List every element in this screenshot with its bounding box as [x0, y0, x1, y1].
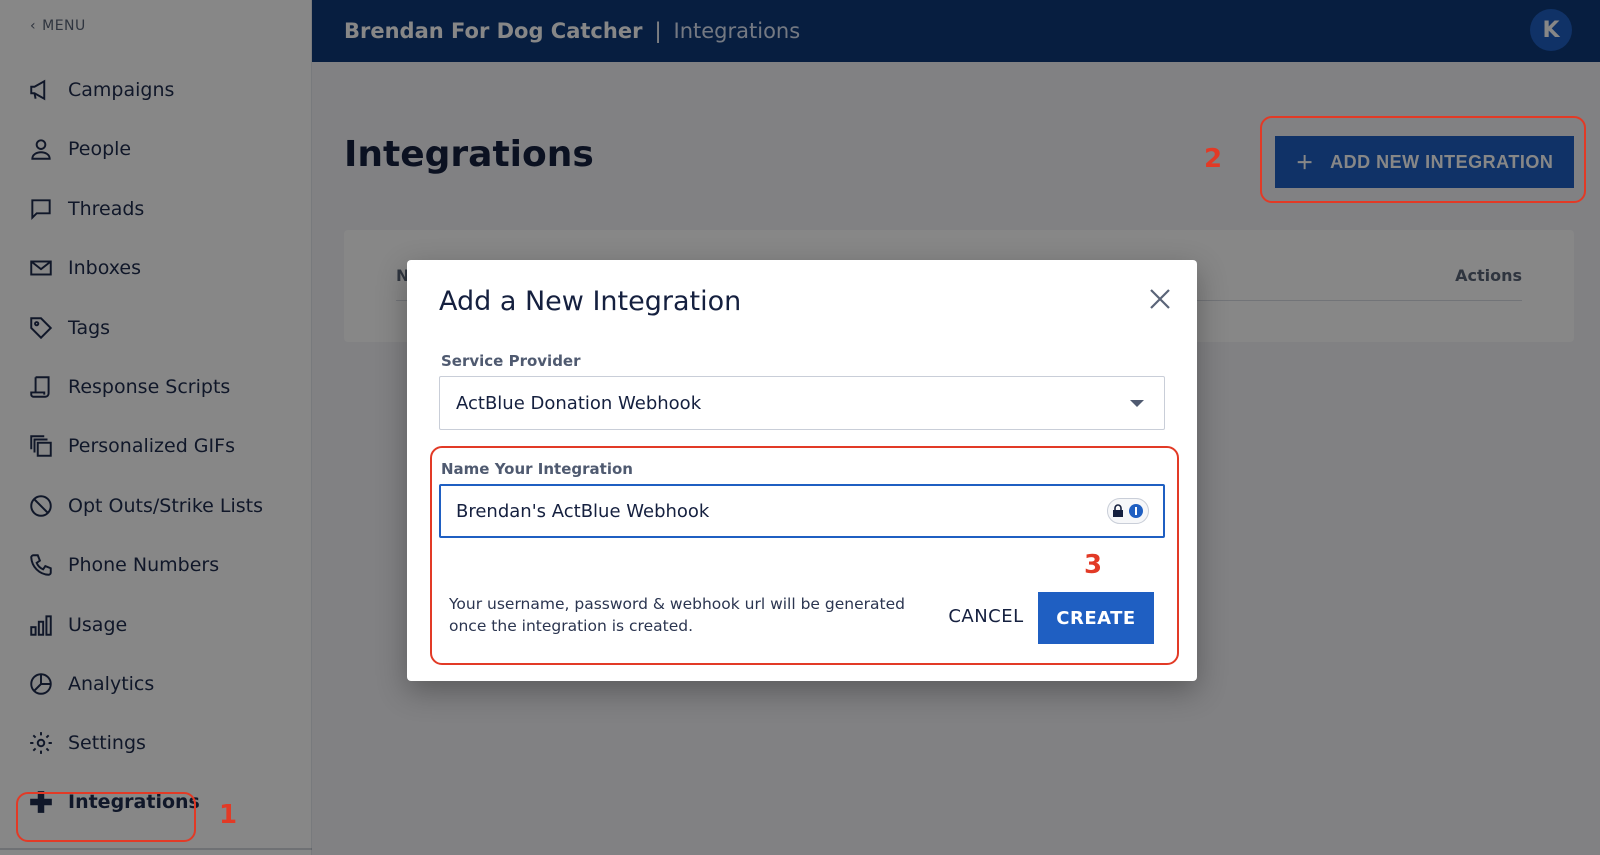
annotation-box-3: [430, 446, 1179, 665]
annotation-box-1: [16, 792, 196, 842]
annotation-number-3: 3: [1084, 550, 1103, 580]
service-provider-label: Service Provider: [441, 352, 581, 370]
service-provider-value: ActBlue Donation Webhook: [456, 392, 702, 414]
annotation-box-2: [1260, 116, 1586, 203]
dialog-title: Add a New Integration: [439, 286, 742, 317]
annotation-number-2: 2: [1204, 144, 1223, 174]
service-provider-select[interactable]: ActBlue Donation Webhook: [439, 376, 1165, 430]
close-icon[interactable]: [1145, 284, 1175, 314]
annotation-number-1: 1: [219, 800, 238, 830]
caret-down-icon: [1130, 400, 1144, 407]
